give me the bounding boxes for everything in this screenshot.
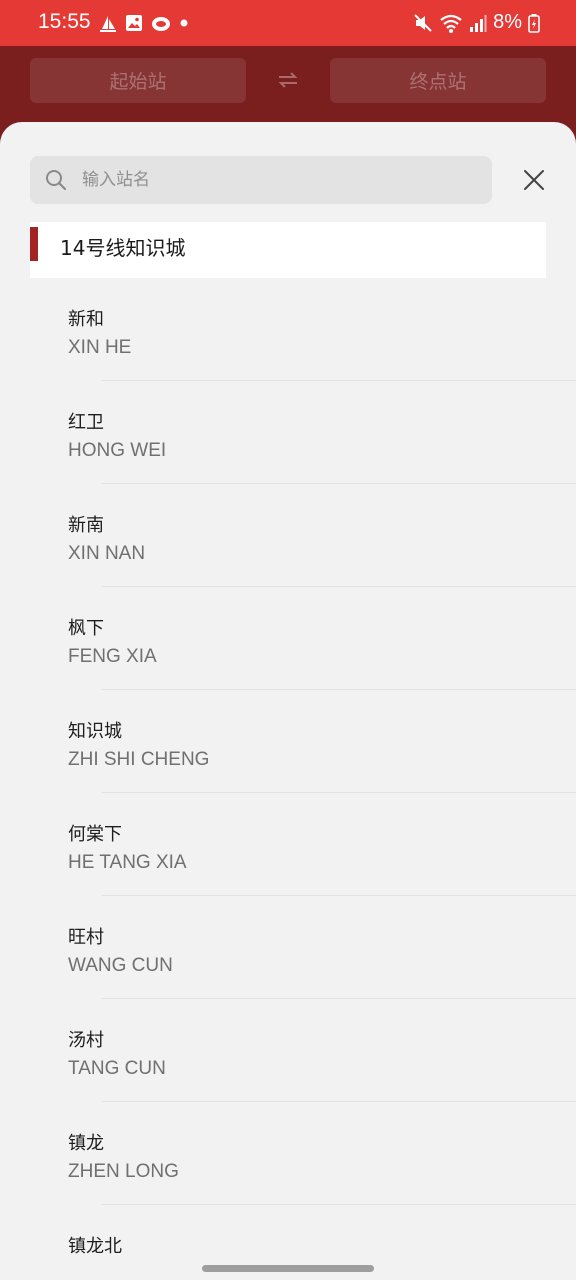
list-item[interactable]: 新南 XIN NAN — [0, 484, 576, 587]
station-pinyin: HE TANG XIA — [68, 852, 187, 873]
line-title: 14号线知识城 — [60, 236, 186, 260]
dot-icon — [180, 19, 188, 27]
notification-icons — [98, 13, 190, 33]
station-pinyin: WANG CUN — [68, 955, 173, 976]
station-name: 汤村 — [68, 1030, 104, 1051]
start-station-button[interactable]: 起始站 — [30, 58, 246, 103]
battery-percentage: 8% — [493, 11, 522, 33]
line-color-marker — [30, 227, 38, 261]
close-icon[interactable] — [518, 164, 550, 196]
station-pinyin: ZHI SHI CHENG — [68, 749, 210, 770]
station-name: 枫下 — [68, 618, 104, 639]
route-header: 起始站 终点站 — [0, 46, 576, 124]
list-item[interactable]: 镇龙 ZHEN LONG — [0, 1102, 576, 1205]
search-input[interactable] — [82, 156, 482, 204]
list-item[interactable]: 知识城 ZHI SHI CHENG — [0, 690, 576, 793]
list-item[interactable]: 旺村 WANG CUN — [0, 896, 576, 999]
station-picker-sheet: 14号线知识城 新和 XIN HE 红卫 HONG WEI 新南 XIN NAN… — [0, 122, 576, 1280]
status-time: 15:55 — [38, 10, 91, 33]
station-pinyin: HONG WEI — [68, 440, 167, 461]
line-section-header: 14号线知识城 — [30, 222, 546, 278]
search-icon — [46, 170, 67, 191]
station-name: 何棠下 — [68, 824, 122, 845]
signal-icon — [470, 14, 487, 32]
station-name: 镇龙北 — [68, 1236, 122, 1257]
status-bar: 15:55 8% — [0, 0, 576, 46]
battery-icon — [528, 13, 540, 33]
end-station-button[interactable]: 终点站 — [330, 58, 546, 103]
list-item[interactable]: 汤村 TANG CUN — [0, 999, 576, 1102]
search-box[interactable] — [30, 156, 492, 204]
station-pinyin: TANG CUN — [68, 1058, 166, 1079]
station-pinyin: ZHEN LONG — [68, 1161, 179, 1182]
list-item[interactable]: 红卫 HONG WEI — [0, 381, 576, 484]
list-item[interactable]: 新和 XIN HE — [0, 278, 576, 381]
sailboat-icon — [100, 16, 116, 32]
list-item[interactable]: 何棠下 HE TANG XIA — [0, 793, 576, 896]
station-name: 新南 — [68, 515, 104, 536]
image-icon — [126, 15, 142, 31]
station-list: 新和 XIN HE 红卫 HONG WEI 新南 XIN NAN 枫下 FENG… — [0, 278, 576, 1280]
station-name: 新和 — [68, 309, 104, 330]
station-name: 红卫 — [68, 412, 104, 433]
home-indicator[interactable] — [202, 1265, 374, 1272]
station-pinyin: XIN NAN — [68, 543, 146, 564]
cloud-icon — [152, 17, 170, 31]
list-item[interactable]: 枫下 FENG XIA — [0, 587, 576, 690]
station-name: 旺村 — [68, 927, 104, 948]
mute-icon — [414, 13, 432, 32]
station-pinyin: XIN HE — [68, 337, 132, 358]
station-name: 镇龙 — [68, 1133, 104, 1154]
station-pinyin: FENG XIA — [68, 646, 157, 667]
station-name: 知识城 — [68, 721, 122, 742]
wifi-icon — [440, 14, 462, 33]
system-icons: 8% — [413, 11, 540, 34]
swap-icon[interactable] — [276, 68, 300, 92]
